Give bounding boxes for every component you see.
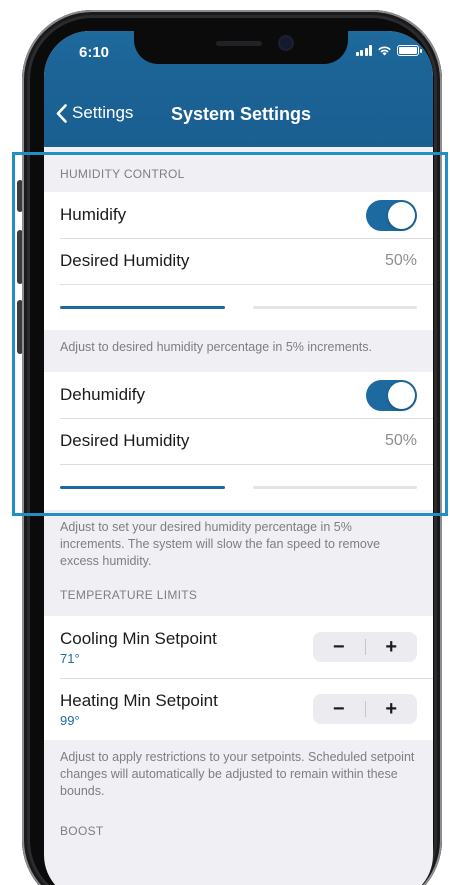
cooling-increment-button[interactable]: +: [366, 632, 418, 662]
dehumidify-note: Adjust to set your desired humidity perc…: [60, 520, 381, 568]
nav-header: 6:10 Settings System Settings: [44, 31, 433, 147]
cooling-row: Cooling Min Setpoint 71° − +: [44, 616, 433, 678]
wifi-icon: [378, 46, 391, 56]
page-title: System Settings: [171, 104, 312, 124]
heating-increment-button[interactable]: +: [366, 694, 418, 724]
speaker-grille: [216, 41, 262, 46]
heating-value: 99°: [60, 712, 80, 728]
section-header-boost: BOOST: [60, 824, 104, 838]
cooling-stepper: − +: [313, 632, 417, 662]
cooling-value: 71°: [60, 650, 80, 666]
status-icons: [355, 45, 422, 56]
heating-label: Heating Min Setpoint: [60, 690, 218, 710]
heating-stepper: − +: [313, 694, 417, 724]
camera-icon: [280, 37, 292, 49]
heating-row: Heating Min Setpoint 99° − +: [44, 678, 433, 740]
battery-icon: [397, 45, 422, 56]
status-time: 6:10: [79, 44, 110, 61]
back-label: Settings: [72, 103, 134, 122]
cooling-label: Cooling Min Setpoint: [60, 628, 217, 648]
signal-icon: [355, 45, 372, 56]
highlight-frame: [12, 152, 448, 516]
temperature-group: Cooling Min Setpoint 71° − + Heating Min…: [44, 616, 433, 740]
back-button[interactable]: Settings: [56, 103, 133, 123]
temperature-note: Adjust to apply restrictions to your set…: [60, 750, 415, 798]
cooling-decrement-button[interactable]: −: [313, 632, 365, 662]
heating-decrement-button[interactable]: −: [313, 694, 365, 724]
notch: [134, 31, 348, 64]
section-header-temperature: TEMPERATURE LIMITS: [60, 588, 198, 602]
chevron-left-icon: [56, 103, 67, 123]
